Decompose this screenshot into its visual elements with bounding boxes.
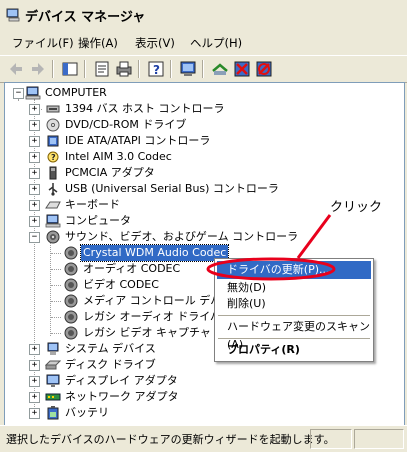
device-manager-window: デバイス マネージャ ファイル(F) 操作(A) 表示(V) ヘルプ(H) ? … <box>0 0 407 452</box>
status-bar: 選択したデバイスのハードウェアの更新ウィザードを起動します。 <box>0 425 407 452</box>
annotation-overlay <box>206 214 336 281</box>
status-panel <box>354 429 404 449</box>
status-text: 選択したデバイスのハードウェアの更新ウィザードを起動します。 <box>6 433 335 446</box>
highlight-ellipse <box>206 257 336 281</box>
status-panel <box>310 429 352 449</box>
annotation-label: クリック <box>330 200 383 215</box>
annotation-arrow <box>296 214 332 259</box>
